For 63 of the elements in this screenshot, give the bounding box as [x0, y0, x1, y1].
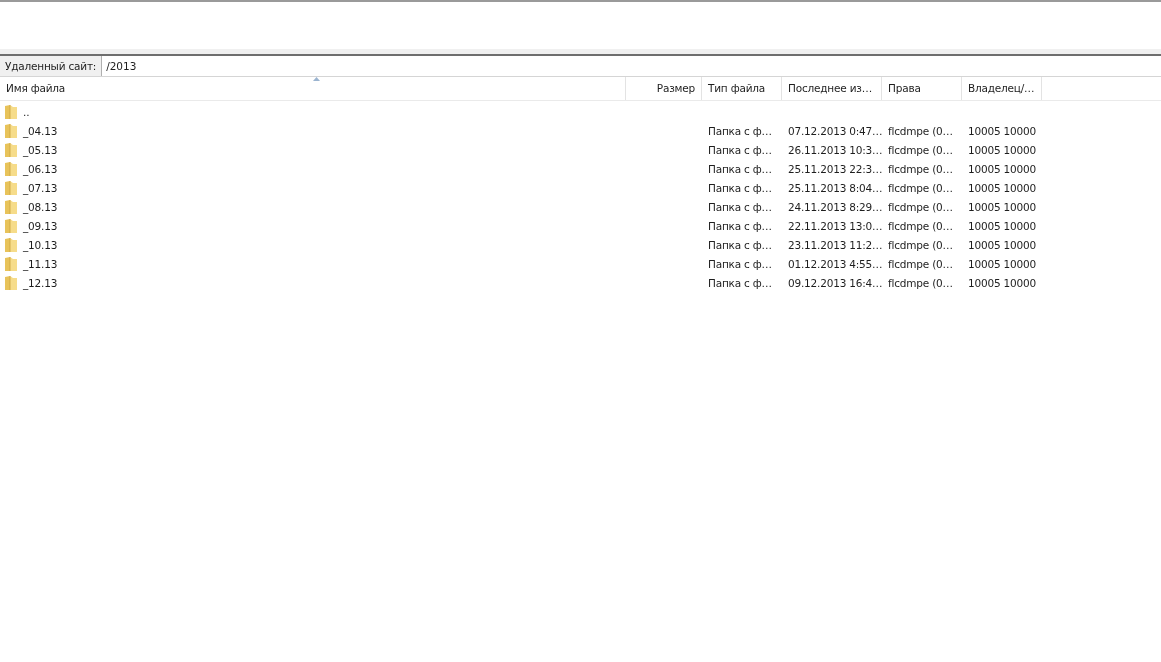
file-type: Папка с ф…: [708, 143, 772, 156]
folder-icon: [4, 122, 18, 139]
modified-date: 26.11.2013 10:3…: [788, 143, 883, 156]
file-type: Папка с ф…: [708, 124, 772, 137]
permissions: flcdmpe (0…: [888, 181, 953, 194]
column-header[interactable]: Последнее из…: [782, 77, 882, 100]
file-type: Папка с ф…: [708, 162, 772, 175]
file-name[interactable]: _06.13: [23, 162, 58, 175]
file-name[interactable]: _08.13: [23, 200, 58, 213]
permissions: flcdmpe (0…: [888, 143, 953, 156]
modified-date: 25.11.2013 22:3…: [788, 162, 883, 175]
owner-group: 10005 10000: [968, 219, 1036, 232]
file-name[interactable]: _12.13: [23, 276, 58, 289]
modified-date: 22.11.2013 13:0…: [788, 219, 883, 232]
modified-date: 07.12.2013 0:47…: [788, 124, 883, 137]
file-type: Папка с ф…: [708, 238, 772, 251]
folder-icon: [4, 274, 18, 291]
modified-date: 01.12.2013 4:55…: [788, 257, 883, 270]
owner-group: 10005 10000: [968, 181, 1036, 194]
permissions: flcdmpe (0…: [888, 238, 953, 251]
owner-group: 10005 10000: [968, 143, 1036, 156]
file-name[interactable]: _04.13: [23, 124, 58, 137]
owner-group: 10005 10000: [968, 124, 1036, 137]
permissions: flcdmpe (0…: [888, 200, 953, 213]
remote-site-label: Удаленный сайт:: [0, 56, 103, 76]
permissions: flcdmpe (0…: [888, 219, 953, 232]
file-name[interactable]: _07.13: [23, 181, 58, 194]
permissions: flcdmpe (0…: [888, 124, 953, 137]
permissions: flcdmpe (0…: [888, 162, 953, 175]
owner-group: 10005 10000: [968, 162, 1036, 175]
modified-date: 25.11.2013 8:04…: [788, 181, 883, 194]
column-header[interactable]: Имя файла: [0, 77, 626, 100]
file-type: Папка с ф…: [708, 276, 772, 289]
folder-icon: [4, 103, 18, 120]
permissions: flcdmpe (0…: [888, 257, 953, 270]
permissions: flcdmpe (0…: [888, 276, 953, 289]
folder-icon: [4, 217, 18, 234]
column-header[interactable]: Тип файла: [702, 77, 782, 100]
folder-icon: [4, 255, 18, 272]
column-header[interactable]: Владелец/…: [962, 77, 1042, 100]
folder-icon: [4, 141, 18, 158]
file-type: Папка с ф…: [708, 219, 772, 232]
folder-icon: [4, 198, 18, 215]
column-header[interactable]: Размер: [626, 77, 702, 100]
owner-group: 10005 10000: [968, 257, 1036, 270]
folder-icon: [4, 179, 18, 196]
file-name[interactable]: _11.13: [23, 257, 58, 270]
owner-group: 10005 10000: [968, 276, 1036, 289]
folder-icon: [4, 236, 18, 253]
modified-date: 23.11.2013 11:2…: [788, 238, 883, 251]
file-name[interactable]: _10.13: [23, 238, 58, 251]
owner-group: 10005 10000: [968, 238, 1036, 251]
modified-date: 24.11.2013 8:29…: [788, 200, 883, 213]
column-header[interactable]: Права: [882, 77, 962, 100]
modified-date: 09.12.2013 16:4…: [788, 276, 883, 289]
owner-group: 10005 10000: [968, 200, 1036, 213]
file-type: Папка с ф…: [708, 257, 772, 270]
folder-icon: [4, 160, 18, 177]
file-type: Папка с ф…: [708, 200, 772, 213]
file-type: Папка с ф…: [708, 181, 772, 194]
file-name[interactable]: _09.13: [23, 219, 58, 232]
file-name[interactable]: ..: [23, 105, 30, 118]
file-name[interactable]: _05.13: [23, 143, 58, 156]
